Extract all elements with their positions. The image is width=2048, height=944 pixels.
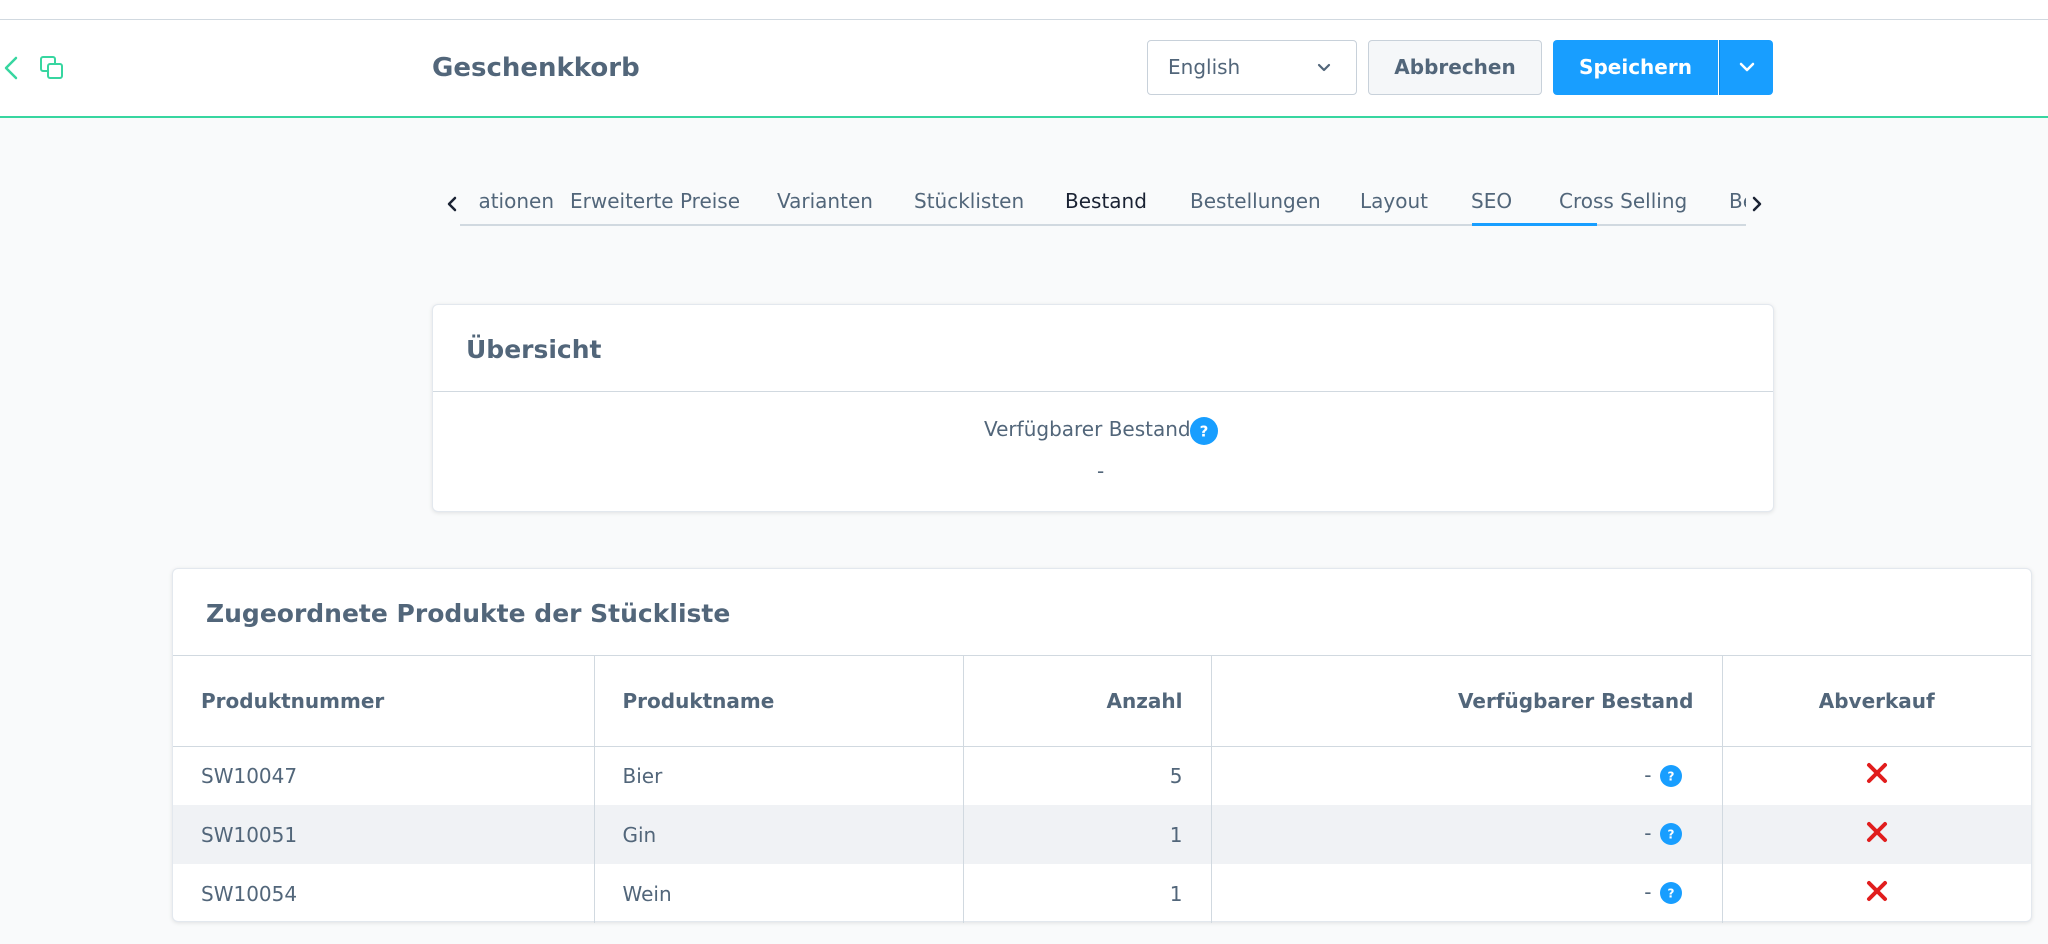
top-bar xyxy=(0,0,2048,20)
product-number: SW10047 xyxy=(173,746,595,805)
cancel-button[interactable]: Abbrechen xyxy=(1368,40,1542,95)
available-stock-label: Verfügbarer Bestand xyxy=(984,417,1191,441)
product-quantity: 1 xyxy=(963,805,1212,864)
product-stock-value: - xyxy=(1644,821,1652,845)
product-quantity: 1 xyxy=(963,864,1212,923)
chevron-right-icon[interactable] xyxy=(1747,192,1767,216)
product-stock: - ? xyxy=(1211,805,1723,864)
svg-text:?: ? xyxy=(1667,887,1674,901)
available-stock-value: - xyxy=(1097,459,1105,483)
product-name: Gin xyxy=(594,805,964,864)
column-header-quantity[interactable]: Anzahl xyxy=(963,656,1212,747)
tab-variations[interactable]: ationen xyxy=(462,180,554,224)
overview-title: Übersicht xyxy=(466,335,602,364)
chevron-down-icon xyxy=(1739,62,1755,72)
column-header-sale[interactable]: Abverkauf xyxy=(1722,656,2031,747)
chevron-down-icon xyxy=(1317,63,1331,72)
tab-orders[interactable]: Bestellungen xyxy=(1190,180,1321,224)
save-options-button[interactable] xyxy=(1719,40,1773,95)
overview-card: Übersicht Verfügbarer Bestand ? - xyxy=(432,304,1774,512)
back-icon[interactable] xyxy=(2,53,22,83)
tab-navigation: ationen Erweiterte Preise Varianten Stüc… xyxy=(432,180,1772,228)
tab-next-partial[interactable]: Be xyxy=(1729,180,1746,224)
cross-icon xyxy=(1866,763,1887,784)
product-name: Wein xyxy=(594,864,964,923)
product-sale xyxy=(1722,746,2031,805)
language-select[interactable]: English xyxy=(1147,40,1357,95)
svg-text:?: ? xyxy=(1667,828,1674,842)
column-header-product-number[interactable]: Produktnummer xyxy=(173,656,595,747)
page-title: Geschenkkorb xyxy=(432,53,640,83)
product-stock-value: - xyxy=(1644,880,1652,904)
cross-icon xyxy=(1866,881,1887,901)
cross-icon xyxy=(1866,822,1887,842)
save-button[interactable]: Speichern xyxy=(1553,40,1718,95)
products-table: Produktnummer Produktname Anzahl Verfügb… xyxy=(173,656,2031,923)
svg-text:?: ? xyxy=(1200,423,1209,441)
help-icon[interactable]: ? xyxy=(1659,764,1682,787)
table-row: SW10047 Bier 5 - ? xyxy=(173,746,2031,805)
page-header: Geschenkkorb English Abbrechen Speichern xyxy=(0,20,2048,118)
assigned-products-card: Zugeordnete Produkte der Stückliste Prod… xyxy=(172,568,2032,923)
duplicate-icon[interactable] xyxy=(38,54,66,82)
tab-variants[interactable]: Varianten xyxy=(777,180,873,224)
product-stock: - ? xyxy=(1211,746,1723,805)
table-header-row: Produktnummer Produktname Anzahl Verfügb… xyxy=(173,656,2031,747)
tab-seo[interactable]: SEO xyxy=(1471,180,1512,224)
svg-text:?: ? xyxy=(1667,769,1674,783)
help-icon[interactable]: ? xyxy=(1659,823,1682,845)
tab-stock[interactable]: Bestand xyxy=(1065,180,1147,224)
tab-layout[interactable]: Layout xyxy=(1360,180,1428,224)
product-quantity: 5 xyxy=(963,746,1212,805)
product-sale xyxy=(1722,864,2031,923)
tab-cross-selling[interactable]: Cross Selling xyxy=(1559,180,1687,224)
product-number: SW10054 xyxy=(173,864,595,923)
product-stock-value: - xyxy=(1644,762,1652,787)
chevron-left-icon[interactable] xyxy=(442,192,462,216)
assigned-products-title: Zugeordnete Produkte der Stückliste xyxy=(206,599,731,628)
column-header-product-name[interactable]: Produktname xyxy=(594,656,964,747)
product-sale xyxy=(1722,805,2031,864)
active-tab-indicator xyxy=(1472,223,1597,226)
tab-bill-of-materials[interactable]: Stücklisten xyxy=(914,180,1024,224)
product-stock: - ? xyxy=(1211,864,1723,923)
product-number: SW10051 xyxy=(173,805,595,864)
table-row: SW10051 Gin 1 - ? xyxy=(173,805,2031,864)
help-icon[interactable]: ? xyxy=(1190,417,1218,445)
language-select-value: English xyxy=(1168,55,1241,79)
product-name: Bier xyxy=(594,746,964,805)
column-header-available-stock[interactable]: Verfügbarer Bestand xyxy=(1211,656,1723,747)
tab-advanced-prices[interactable]: Erweiterte Preise xyxy=(570,180,740,224)
help-icon[interactable]: ? xyxy=(1659,882,1682,904)
divider xyxy=(433,391,1773,392)
table-row: SW10054 Wein 1 - ? xyxy=(173,864,2031,923)
